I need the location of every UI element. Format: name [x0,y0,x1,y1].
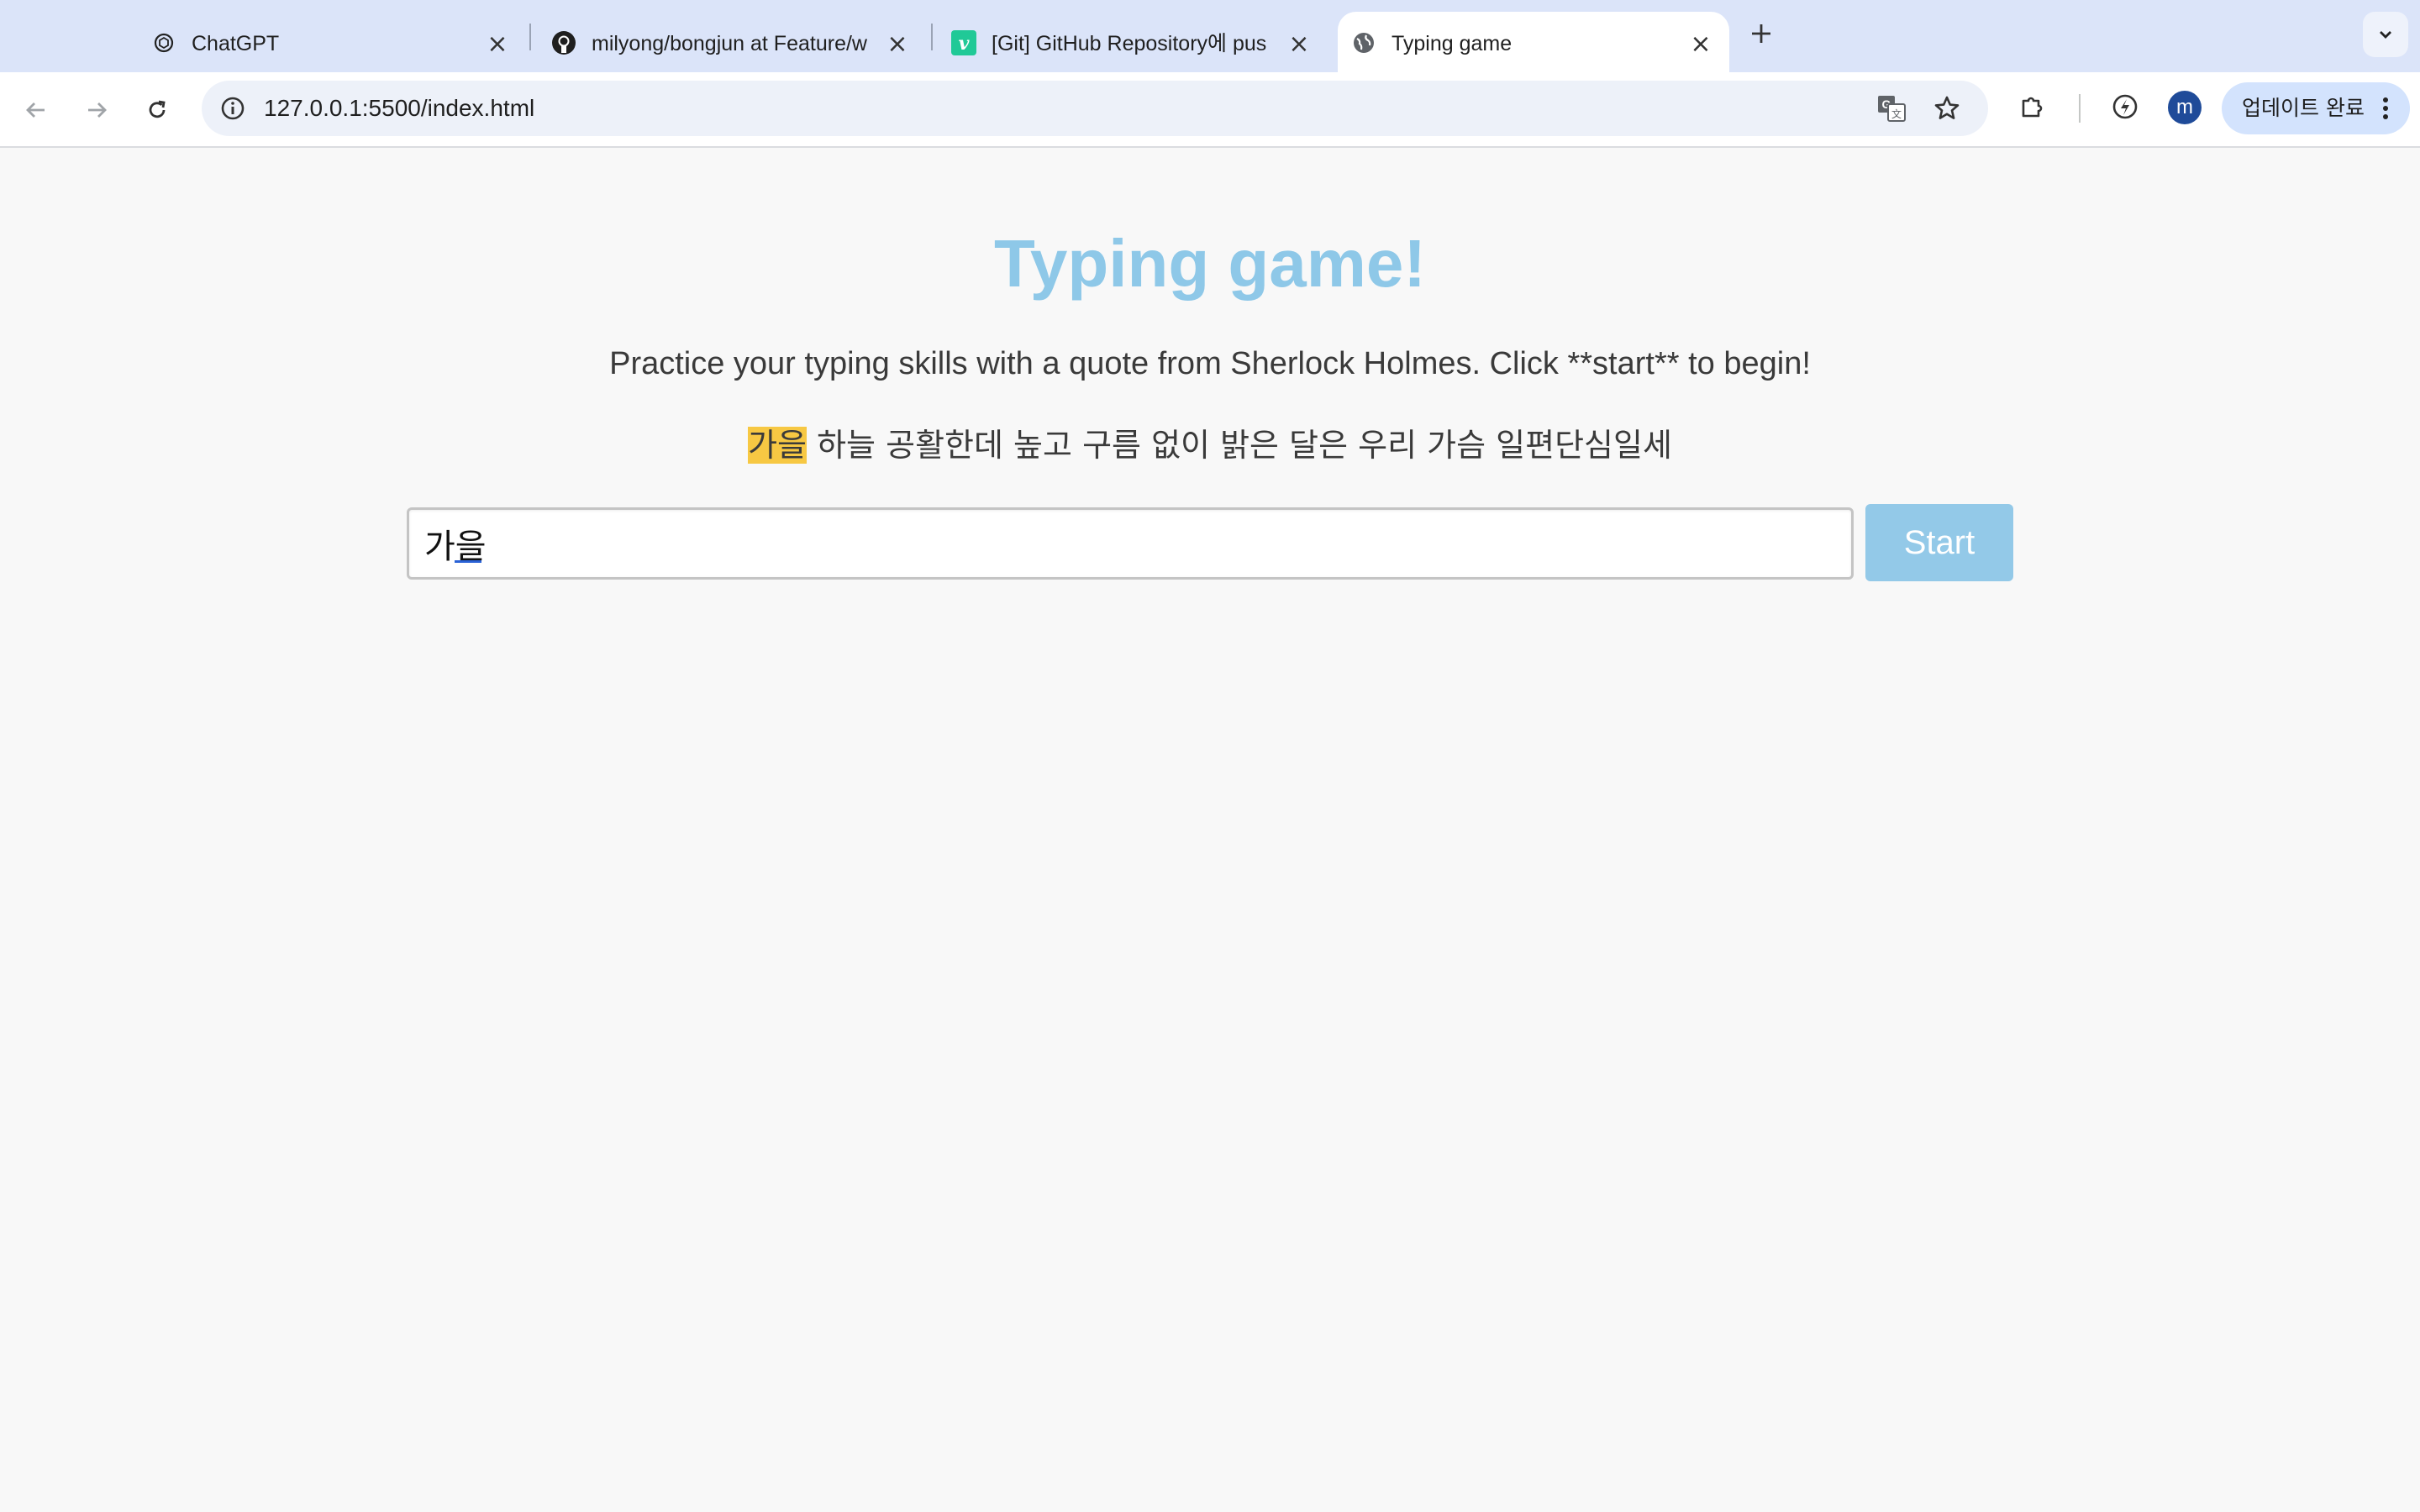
quote-word: 공활한데 [886,427,1003,464]
tab-github[interactable]: milyong/bongjun at Feature/w × [551,12,921,72]
close-tab-icon[interactable]: × [1686,29,1716,59]
avatar[interactable]: m [2168,91,2202,124]
chevron-down-icon [2380,31,2391,39]
more-vert-icon [2373,92,2398,124]
svg-text:文: 文 [1891,108,1902,120]
quote-word: 없이 [1151,427,1210,464]
quote-word: 가슴 [1427,427,1486,464]
typed-value-input[interactable] [407,507,1854,580]
update-button-label: 업데이트 완료 [2242,96,2365,120]
performance-icon[interactable] [2106,87,2144,126]
address-bar[interactable]: 127.0.0.1:5500/index.html G文 [202,81,1988,136]
quote-word: 높고 [1013,427,1072,464]
arrow-right-icon [88,102,107,118]
site-info-icon[interactable] [215,91,250,126]
forward-button[interactable] [77,91,116,129]
globe-icon [1351,30,1376,55]
tab-search-button[interactable] [2363,12,2408,57]
svg-text:v: v [959,33,970,55]
quote-word: 밝은 [1220,427,1280,464]
tab-title: [Git] GitHub Repository에 pus [992,32,1267,55]
page-title: Typing game! [993,226,1427,301]
tab-divider [931,24,933,50]
quote-text: 가을 하늘 공활한데 높고 구름 없이 밝은 달은 우리 가슴 일편단심일세 [0,423,2420,467]
tab-typing-game[interactable]: Typing game × [1338,12,1729,72]
reload-button[interactable] [138,91,176,129]
quote-word: 구름 [1082,427,1141,464]
page-content: Typing game! Practice your typing skills… [0,148,2420,1512]
new-tab-icon[interactable] [1744,17,1778,50]
velog-icon: v [951,30,976,55]
close-tab-icon[interactable]: × [482,29,513,59]
translate-icon[interactable]: G文 [1872,89,1911,128]
tab-divider [529,24,531,50]
quote-word: 일편단심일세 [1496,427,1672,464]
tab-velog[interactable]: v [Git] GitHub Repository에 pus × [951,12,1321,72]
toolbar-divider [2079,94,2081,123]
arrow-left-icon [26,102,45,118]
extensions-icon[interactable] [2013,87,2052,126]
bookmark-star-icon[interactable] [1928,89,1966,128]
quote-word: 하늘 [817,427,876,464]
close-tab-icon[interactable]: × [1284,29,1314,59]
intro-text: Practice your typing skills with a quote… [609,346,1811,381]
chatgpt-icon [151,30,176,55]
start-button[interactable]: Start [1865,504,2013,581]
tab-title: ChatGPT [192,32,280,55]
tab-strip: ChatGPT × milyong/bongjun at Feature/w ×… [0,0,2420,72]
browser-toolbar: 127.0.0.1:5500/index.html G文 [0,72,2420,148]
quote-word: 가을 [748,427,807,464]
url-text: 127.0.0.1:5500/index.html [264,95,535,121]
quote-word: 우리 [1358,427,1418,464]
tab-title: Typing game [1392,32,1512,55]
close-tab-icon[interactable]: × [882,29,913,59]
reload-icon [149,100,166,118]
back-button[interactable] [17,91,55,129]
github-icon [551,30,576,55]
update-button[interactable]: 업데이트 완료 [2222,82,2410,134]
tab-title: milyong/bongjun at Feature/w [592,32,867,55]
tab-chatgpt[interactable]: ChatGPT × [151,12,521,72]
quote-word: 달은 [1289,427,1349,464]
ime-composition-underline [455,560,481,563]
